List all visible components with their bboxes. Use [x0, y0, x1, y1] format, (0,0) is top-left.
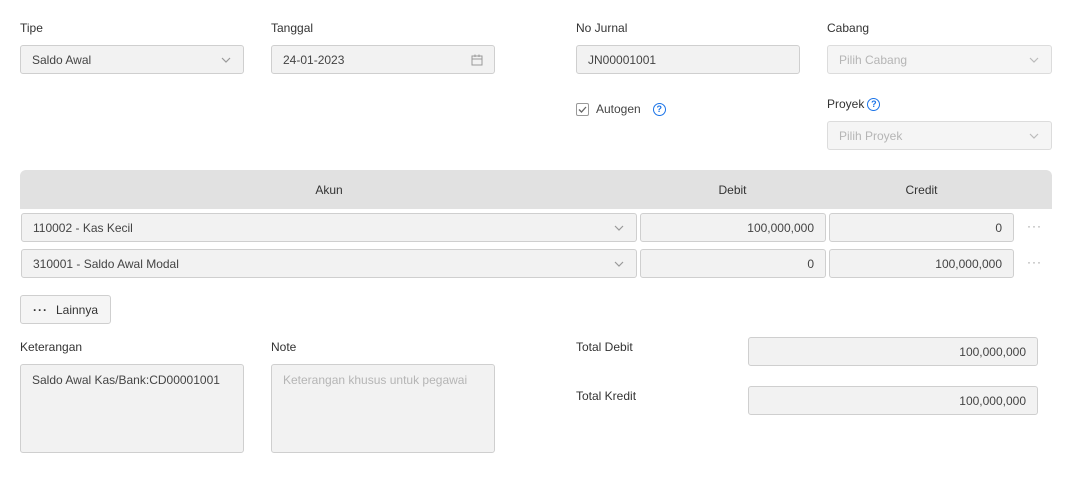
debit-value: 0	[807, 256, 814, 271]
more-horizontal-icon[interactable]: ···	[1027, 219, 1042, 233]
autogen-checkbox-row[interactable]: Autogen ?	[576, 102, 666, 116]
akun-select-row-2[interactable]: 310001 - Saldo Awal Modal	[21, 249, 637, 278]
akun-value: 110002 - Kas Kecil	[33, 220, 133, 235]
chevron-down-icon	[1028, 130, 1040, 142]
akun-value: 310001 - Saldo Awal Modal	[33, 256, 179, 271]
keterangan-value: Saldo Awal Kas/Bank:CD00001001	[32, 373, 220, 387]
credit-input-row-2[interactable]: 100,000,000	[829, 249, 1014, 278]
cabang-select[interactable]: Pilih Cabang	[827, 45, 1052, 74]
help-icon[interactable]: ?	[867, 97, 881, 111]
keterangan-textarea[interactable]: Saldo Awal Kas/Bank:CD00001001	[20, 364, 244, 453]
total-debit-field: 100,000,000	[748, 337, 1038, 366]
chevron-down-icon	[220, 54, 232, 66]
note-textarea[interactable]: Keterangan khusus untuk pegawai	[271, 364, 495, 453]
debit-input-row-1[interactable]: 100,000,000	[640, 213, 826, 242]
column-header-debit: Debit	[718, 182, 747, 197]
check-icon	[578, 106, 587, 113]
tanggal-label: Tanggal	[271, 21, 314, 35]
no-jurnal-label: No Jurnal	[576, 21, 628, 35]
proyek-select[interactable]: Pilih Proyek	[827, 121, 1052, 150]
total-kredit-label: Total Kredit	[576, 389, 637, 403]
note-placeholder: Keterangan khusus untuk pegawai	[283, 373, 468, 387]
credit-input-row-1[interactable]: 0	[829, 213, 1014, 242]
more-horizontal-icon: ···	[32, 302, 48, 317]
chevron-down-icon	[613, 222, 625, 234]
autogen-checkbox[interactable]	[576, 102, 589, 116]
proyek-label: Proyek	[827, 97, 865, 111]
autogen-label: Autogen	[596, 102, 641, 116]
more-horizontal-icon[interactable]: ···	[1027, 255, 1042, 269]
tanggal-value: 24-01-2023	[283, 52, 345, 67]
no-jurnal-input[interactable]: JN00001001	[576, 45, 800, 74]
tipe-value: Saldo Awal	[32, 52, 92, 67]
column-header-credit: Credit	[905, 182, 938, 197]
akun-select-row-1[interactable]: 110002 - Kas Kecil	[21, 213, 637, 242]
tanggal-datepicker[interactable]: 24-01-2023	[271, 45, 495, 74]
note-label: Note	[271, 340, 297, 354]
journal-table-header: Akun Debit Credit	[20, 170, 1052, 209]
chevron-down-icon	[1028, 54, 1040, 66]
proyek-label-row: Proyek ?	[827, 97, 881, 111]
total-kredit-field: 100,000,000	[748, 386, 1038, 415]
tipe-select[interactable]: Saldo Awal	[20, 45, 244, 74]
calendar-icon[interactable]	[471, 54, 483, 66]
lainnya-button[interactable]: ··· Lainnya	[20, 295, 111, 324]
debit-input-row-2[interactable]: 0	[640, 249, 826, 278]
debit-value: 100,000,000	[747, 220, 814, 235]
total-kredit-value: 100,000,000	[959, 393, 1026, 408]
total-debit-label: Total Debit	[576, 340, 633, 354]
credit-value: 0	[995, 220, 1002, 235]
help-icon[interactable]: ?	[652, 102, 666, 116]
chevron-down-icon	[613, 258, 625, 270]
cabang-label: Cabang	[827, 21, 870, 35]
tipe-label: Tipe	[20, 21, 43, 35]
no-jurnal-value: JN00001001	[588, 52, 657, 67]
lainnya-label: Lainnya	[55, 302, 99, 317]
column-header-akun: Akun	[315, 182, 343, 197]
keterangan-label: Keterangan	[20, 340, 83, 354]
total-debit-value: 100,000,000	[959, 344, 1026, 359]
credit-value: 100,000,000	[935, 256, 1002, 271]
cabang-placeholder: Pilih Cabang	[839, 52, 908, 67]
proyek-placeholder: Pilih Proyek	[839, 128, 903, 143]
